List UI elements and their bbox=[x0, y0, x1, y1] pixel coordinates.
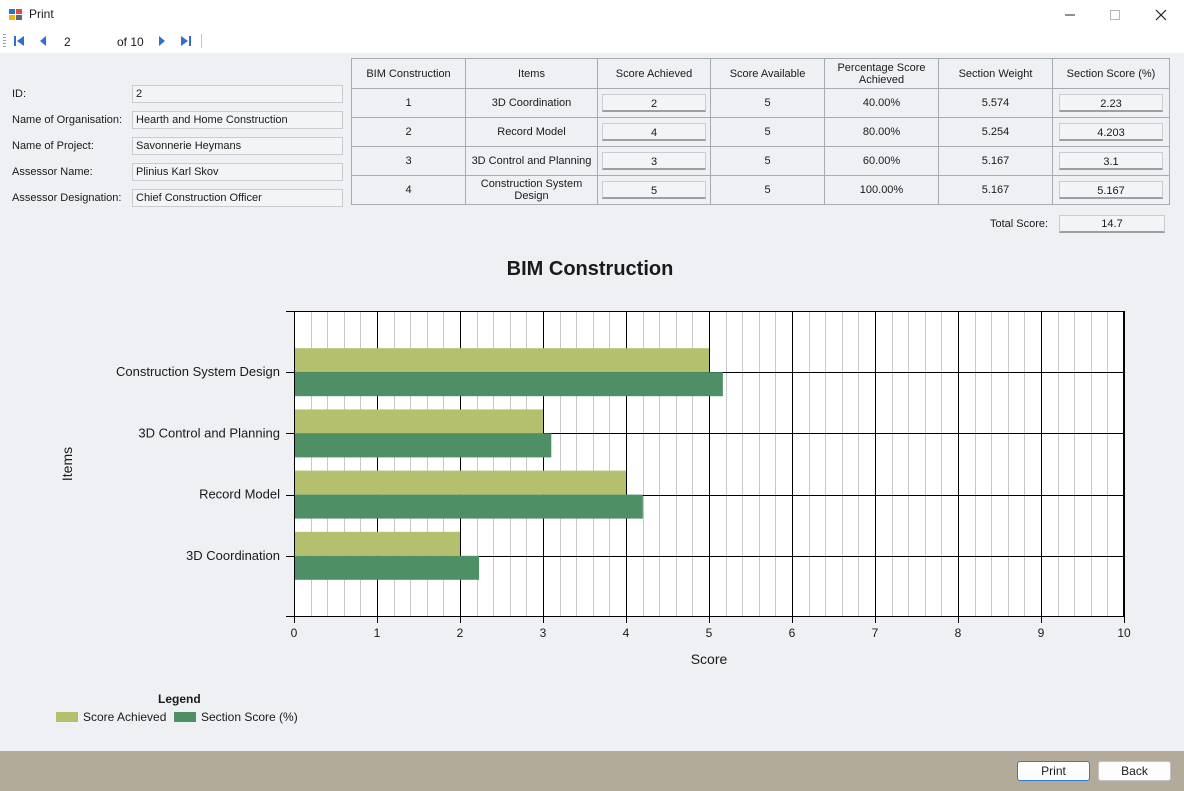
legend-title: Legend bbox=[158, 692, 201, 706]
print-button[interactable]: Print bbox=[1017, 761, 1090, 781]
y-tick-label: 3D Control and Planning bbox=[138, 425, 280, 440]
bar-score-achieved bbox=[294, 470, 626, 495]
bar-score-achieved bbox=[294, 409, 543, 434]
x-tick-label: 3 bbox=[540, 626, 547, 640]
y-tick-label: 3D Coordination bbox=[186, 548, 280, 563]
legend-item-score-achieved: Score Achieved bbox=[56, 710, 166, 724]
bar-section-score bbox=[294, 494, 643, 519]
legend-label: Section Score (%) bbox=[201, 710, 298, 724]
x-axis-title: Score bbox=[691, 651, 728, 667]
bar-chart: 0 1 2 3 4 5 6 7 8 9 10 3D Coordination Record Model 3… bbox=[59, 311, 1131, 667]
bar-section-score bbox=[294, 433, 552, 458]
legend-swatch bbox=[174, 712, 196, 722]
x-tick-label: 2 bbox=[457, 626, 464, 640]
x-tick-label: 6 bbox=[789, 626, 796, 640]
bar-score-achieved bbox=[294, 531, 460, 556]
legend-item-section-score: Section Score (%) bbox=[174, 710, 298, 724]
y-tick-label: Record Model bbox=[199, 487, 280, 502]
x-tick-label: 1 bbox=[374, 626, 381, 640]
bar-section-score bbox=[294, 555, 480, 580]
x-tick-label: 4 bbox=[623, 626, 630, 640]
footer-bar bbox=[0, 751, 1184, 791]
x-tick-label: 7 bbox=[872, 626, 879, 640]
x-tick-label: 10 bbox=[1117, 626, 1131, 640]
legend-label: Score Achieved bbox=[83, 710, 167, 724]
bar-section-score bbox=[294, 372, 723, 397]
y-axis-title: Items bbox=[59, 447, 75, 481]
x-tick-label: 0 bbox=[291, 626, 298, 640]
x-tick-label: 5 bbox=[706, 626, 713, 640]
y-tick-label: Construction System Design bbox=[116, 364, 280, 379]
x-tick-label: 8 bbox=[955, 626, 962, 640]
legend-swatch bbox=[56, 712, 78, 722]
x-tick-label: 9 bbox=[1038, 626, 1045, 640]
bar-score-achieved bbox=[294, 348, 709, 373]
back-button[interactable]: Back bbox=[1098, 761, 1171, 781]
